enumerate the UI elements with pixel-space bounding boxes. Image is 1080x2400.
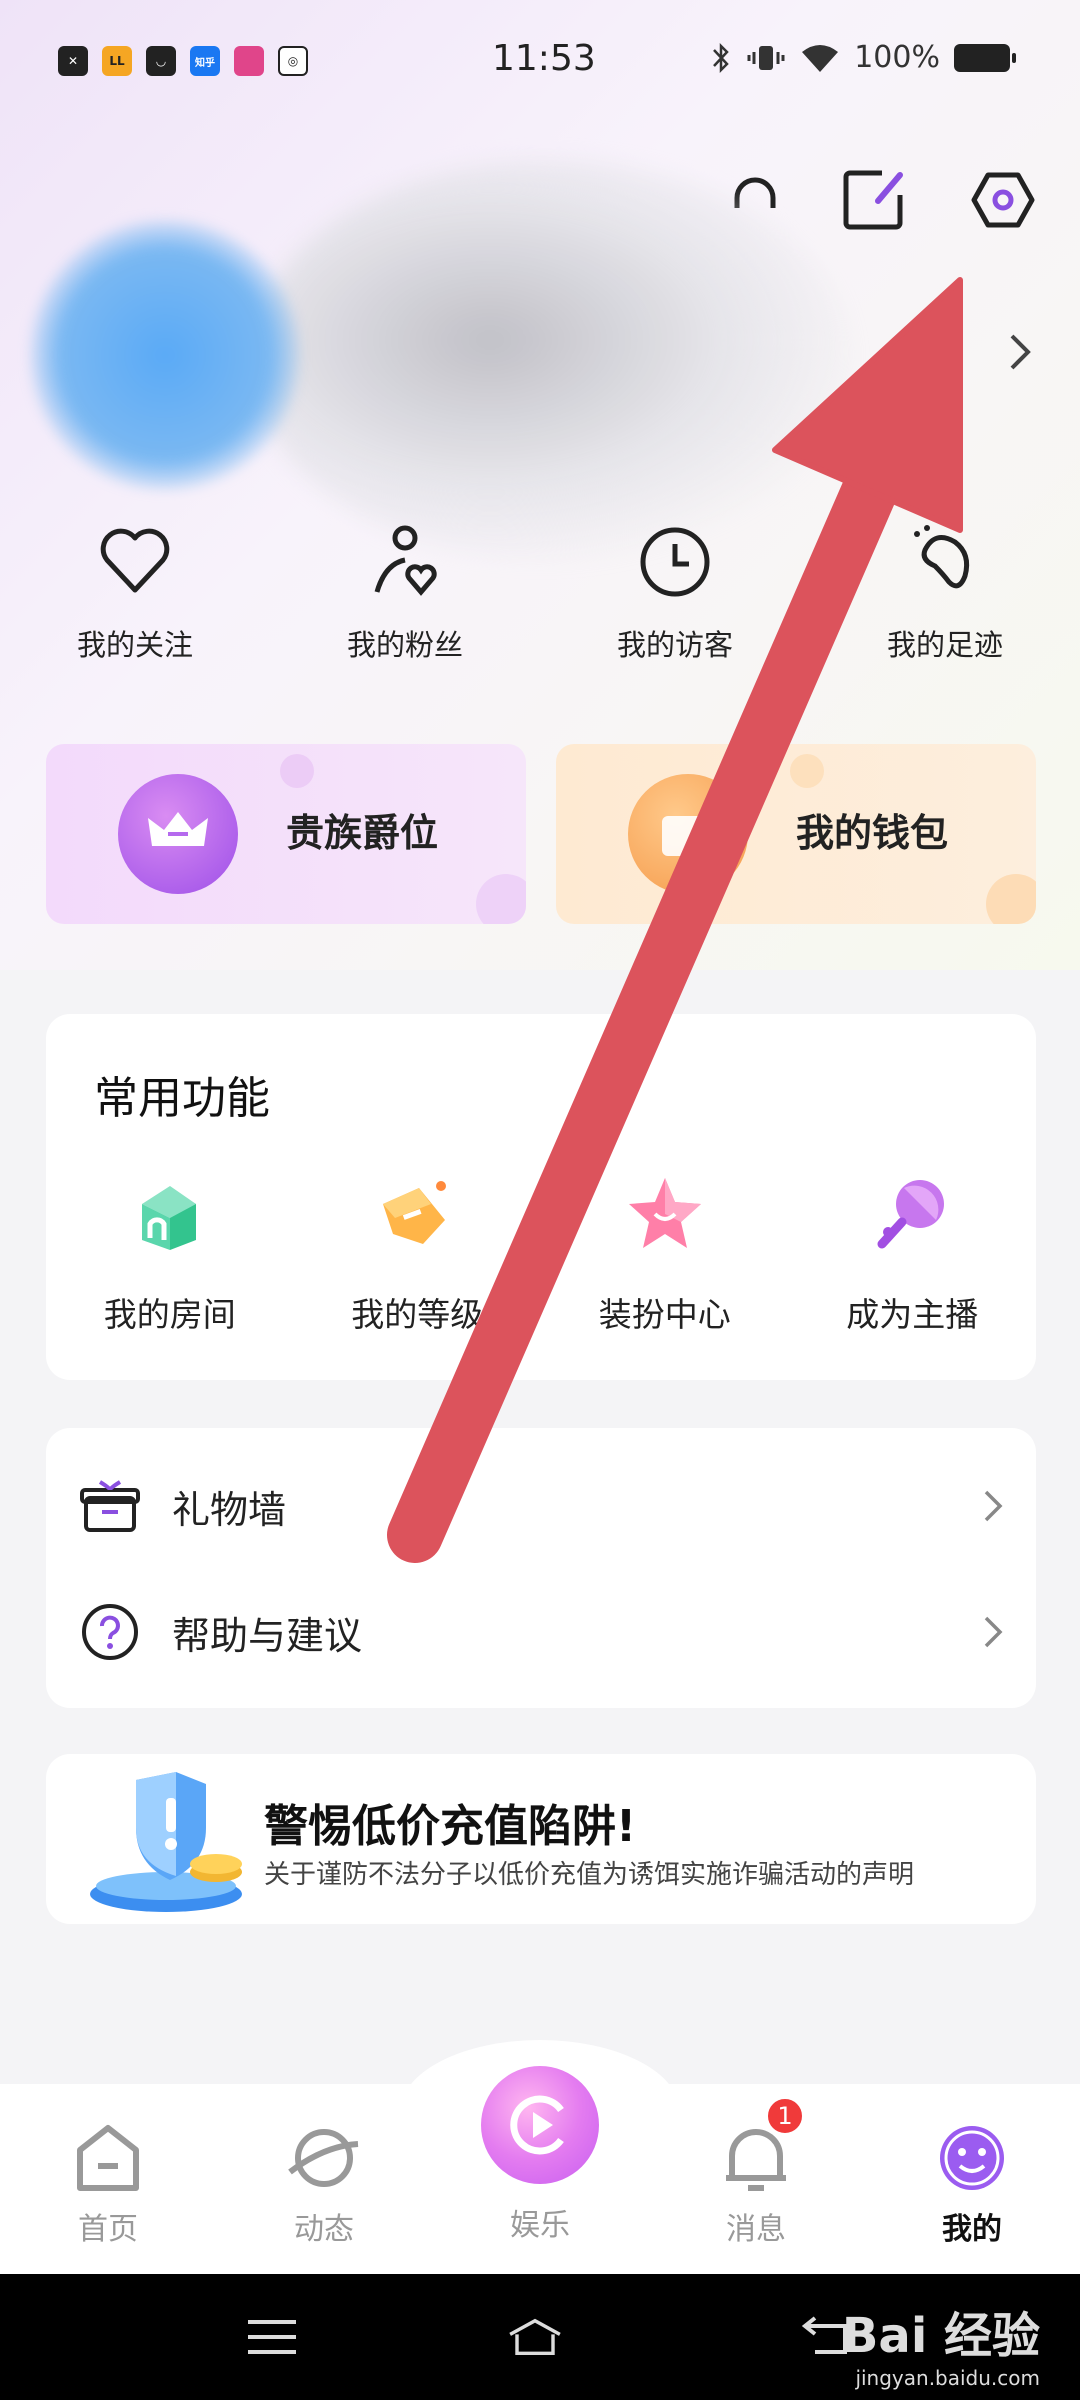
stat-fans[interactable]: 我的粉丝	[270, 520, 540, 690]
nav-entertainment-label: 娱乐	[510, 2208, 570, 2243]
nav-label: 消息	[726, 2212, 786, 2247]
profile-chevron-icon[interactable]	[1006, 330, 1036, 385]
function-dress-center[interactable]: 装扮中心	[541, 1164, 789, 1336]
gift-icon	[80, 1480, 140, 1532]
heart-icon	[95, 520, 175, 600]
bilibili-app-icon	[234, 46, 264, 76]
watermark-brand: Bai 经验	[841, 2308, 1040, 2364]
battery-icon	[954, 43, 1016, 72]
level-tag-icon	[383, 1181, 447, 1244]
shield-coin-icon	[90, 1772, 242, 1912]
home-icon	[77, 2125, 139, 2191]
common-functions-card: 常用功能 我的房间 我的等级 装扮中心 成为主播	[46, 1014, 1036, 1380]
decor-dot	[280, 754, 314, 788]
microphone-icon	[877, 1180, 945, 1249]
dress-star-icon	[628, 1178, 701, 1248]
function-label: 我的等级	[351, 1295, 484, 1334]
stat-label: 我的足迹	[886, 628, 1003, 662]
stat-label: 我的粉丝	[346, 628, 463, 662]
ll-app-icon: LL	[102, 46, 132, 76]
nav-entertainment-button[interactable]	[481, 2066, 599, 2184]
clock-icon	[635, 520, 715, 600]
smiley-face-icon	[940, 2126, 1004, 2190]
nav-messages[interactable]: 消息	[676, 2120, 836, 2248]
function-list: 我的房间 我的等级 装扮中心 成为主播	[46, 1164, 1036, 1336]
profile-header[interactable]	[0, 150, 860, 570]
menu-label: 帮助与建议	[172, 1613, 363, 1658]
decor-dot	[790, 754, 824, 788]
baidu-watermark: Bai 经验 jingyan.baidu.com	[842, 2296, 1040, 2390]
menu-label: 礼物墙	[172, 1487, 287, 1532]
warning-title: 警惕低价充值陷阱!	[264, 1801, 637, 1852]
bluetooth-icon	[713, 42, 729, 73]
watermark-url: jingyan.baidu.com	[855, 2366, 1040, 2390]
battery-percent: 100%	[854, 40, 940, 75]
home-nav-icon[interactable]	[505, 2312, 565, 2362]
clock: 11:53	[492, 38, 596, 79]
warning-subtitle: 关于谨防不法分子以低价充值为诱饵实施诈骗活动的声明	[264, 1860, 915, 1890]
footprint-icon	[905, 520, 985, 600]
wallet-card[interactable]: 我的钱包	[556, 744, 1036, 924]
wallet-icon	[628, 774, 748, 894]
zhihu-app-icon: 知乎	[190, 46, 220, 76]
nobility-card[interactable]: 贵族爵位	[46, 744, 526, 924]
wallet-label: 我的钱包	[796, 811, 949, 855]
camera-app-icon: ◎	[278, 46, 308, 76]
blurred-user-name	[250, 160, 850, 560]
x-app-icon: ✕	[58, 46, 88, 76]
stat-label: 我的关注	[76, 628, 193, 662]
decor-dot	[986, 874, 1036, 924]
menu-lines-icon[interactable]	[242, 2312, 302, 2362]
stat-visitors[interactable]: 我的访客	[540, 520, 810, 690]
planet-icon	[288, 2129, 359, 2187]
message-badge: 1	[765, 2096, 805, 2136]
decor-dot	[476, 874, 526, 924]
vibrate-icon	[747, 45, 785, 70]
section-title: 常用功能	[94, 1073, 270, 1124]
warning-banner[interactable]: 警惕低价充值陷阱! 关于谨防不法分子以低价充值为诱饵实施诈骗活动的声明	[46, 1754, 1036, 1924]
nobility-label: 贵族爵位	[286, 811, 439, 855]
status-bar: ✕ LL ◡ 知乎 ◎ 11:53 100%	[0, 0, 1080, 120]
chevron-right-icon	[984, 1616, 1003, 1648]
stat-footprint[interactable]: 我的足迹	[810, 520, 1080, 690]
stats-row: 我的关注 我的粉丝 我的访客 我的足迹	[0, 520, 1080, 690]
function-my-room[interactable]: 我的房间	[46, 1164, 294, 1336]
crown-icon	[118, 774, 238, 894]
avatar	[30, 220, 300, 490]
menu-gift-wall[interactable]: 礼物墙	[46, 1446, 1036, 1566]
function-label: 我的房间	[103, 1295, 236, 1334]
help-question-icon	[82, 1604, 138, 1660]
notification-icons: ✕ LL ◡ 知乎 ◎	[58, 46, 308, 76]
chevron-right-icon	[984, 1490, 1003, 1522]
wifi-icon	[802, 44, 839, 72]
menu-help[interactable]: 帮助与建议	[46, 1572, 1036, 1692]
room-house-icon	[141, 1186, 196, 1250]
nav-home[interactable]: 首页	[28, 2120, 188, 2248]
play-circle-icon	[510, 2095, 564, 2155]
shop-app-icon: ◡	[146, 46, 176, 76]
stat-label: 我的访客	[616, 628, 733, 662]
function-my-level[interactable]: 我的等级	[294, 1164, 542, 1336]
nav-feed[interactable]: 动态	[244, 2120, 404, 2248]
settings-hexagon-icon[interactable]	[968, 165, 1038, 235]
function-label: 装扮中心	[598, 1295, 731, 1334]
function-label: 成为主播	[846, 1295, 979, 1334]
nav-me[interactable]: 我的	[892, 2120, 1052, 2248]
nav-label: 我的	[942, 2212, 1002, 2247]
nav-label: 动态	[294, 2212, 354, 2247]
fans-heart-icon	[365, 520, 445, 600]
system-status: 100%	[710, 40, 1016, 75]
function-become-host[interactable]: 成为主播	[789, 1164, 1037, 1336]
stat-following[interactable]: 我的关注	[0, 520, 270, 690]
nav-label: 首页	[78, 2212, 138, 2247]
menu-card: 礼物墙 帮助与建议	[46, 1428, 1036, 1708]
